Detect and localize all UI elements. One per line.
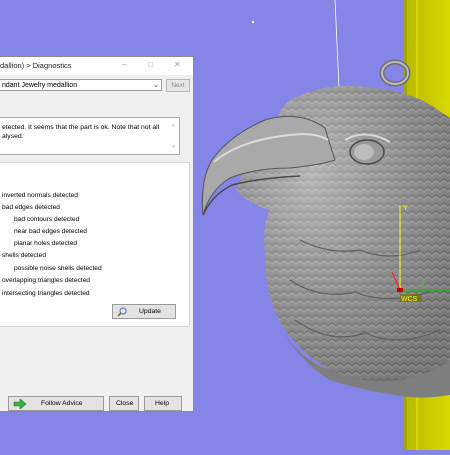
eagle-model [201,85,450,398]
scroll-up-icon[interactable]: ⌃ [171,124,176,131]
result-inverted-normals: inverted normals detected [2,192,78,199]
result-bad-contours: bad contours detected [14,216,80,223]
dialog-title: dallion) > Diagnostics [0,61,72,70]
title-bar[interactable]: dallion) > Diagnostics – □ ✕ [0,57,193,75]
chevron-down-icon[interactable]: ⌄ [153,81,159,89]
message-box: etected. It seems that the part is ok. N… [0,117,180,155]
scroll-down-icon[interactable]: ⌄ [171,142,176,149]
result-shells: shells detected [2,252,46,259]
part-select[interactable]: ndant Jewelry medallion ⌄ [0,79,162,91]
axis-y-label: Y [403,205,408,212]
magnifier-icon [117,307,127,317]
diagnostics-dialog: dallion) > Diagnostics – □ ✕ ndant Jewel… [0,56,194,412]
minimize-icon[interactable]: – [122,60,126,69]
maximize-icon[interactable]: □ [148,60,153,69]
part-select-value: ndant Jewelry medallion [2,81,78,89]
result-bad-edges: bad edges detected [2,204,60,211]
arrow-right-icon [13,399,27,409]
close-button[interactable]: Close [109,396,139,411]
next-button[interactable]: Next [166,79,190,92]
help-button[interactable]: Help [144,396,182,411]
wcs-label: WCS [401,296,418,303]
result-near-bad-edges: near bad edges detected [14,228,87,235]
close-label: Close [116,400,134,407]
axis-x-label: X [420,281,425,288]
result-intersecting-triangles: intersecting triangles detected [2,290,90,297]
result-overlapping-triangles: overlapping triangles detected [2,277,90,284]
help-label: Help [155,400,169,407]
result-planar-holes: planar holes detected [14,240,78,247]
update-label: Update [139,308,161,315]
follow-advice-button[interactable]: Follow Advice [8,396,104,411]
message-line-1: etected. It seems that the part is ok. N… [2,124,160,131]
message-line-2: alysed. [2,133,24,140]
follow-advice-label: Follow Advice [41,400,83,407]
result-noise-shells: possible noise shells detected [14,265,102,272]
diagnostics-results: inverted normals detected bad edges dete… [0,162,190,327]
close-icon[interactable]: ✕ [174,60,181,69]
update-button[interactable]: Update [112,304,176,319]
